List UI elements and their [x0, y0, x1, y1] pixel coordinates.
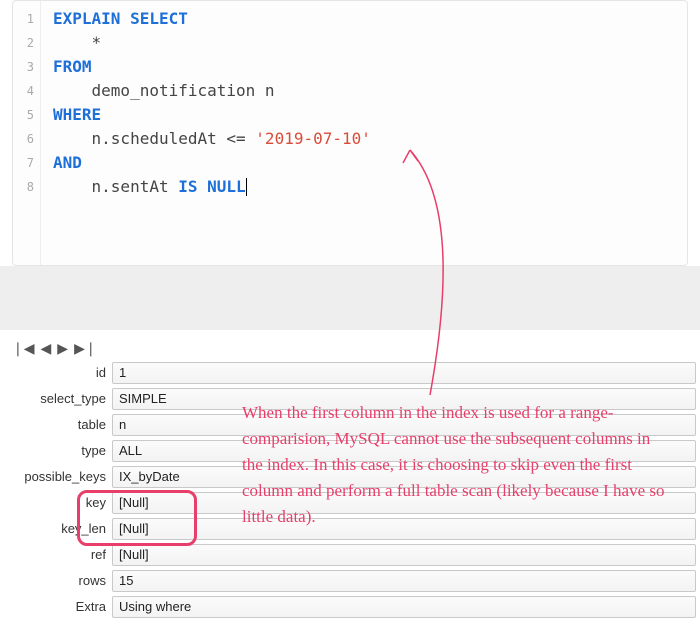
pane-divider[interactable] [0, 266, 700, 330]
annotation-text: When the first column in the index is us… [242, 400, 672, 530]
result-row: Extra Using where [0, 594, 700, 620]
field-label: key [0, 490, 112, 516]
field-label: type [0, 438, 112, 464]
field-value[interactable]: Using where [112, 596, 696, 618]
field-label: select_type [0, 386, 112, 412]
line-gutter: 1 2 3 4 5 6 7 8 [13, 1, 41, 265]
field-value[interactable]: [Null] [112, 544, 696, 566]
nav-last-icon[interactable]: ▶❘ [74, 340, 97, 357]
field-label: rows [0, 568, 112, 594]
field-value[interactable]: 15 [112, 570, 696, 592]
field-value[interactable]: 1 [112, 362, 696, 384]
sql-code[interactable]: EXPLAIN SELECT * FROM demo_notification … [41, 1, 375, 265]
nav-prev-icon[interactable]: ◀ [41, 340, 52, 357]
result-row: rows 15 [0, 568, 700, 594]
record-nav: ❘◀ ◀ ▶ ▶❘ [12, 340, 97, 357]
result-row: ref [Null] [0, 542, 700, 568]
field-label: Extra [0, 594, 112, 620]
result-row: id 1 [0, 360, 700, 386]
field-label: key_len [0, 516, 112, 542]
nav-next-icon[interactable]: ▶ [57, 340, 68, 357]
field-label: table [0, 412, 112, 438]
field-label: ref [0, 542, 112, 568]
sql-editor[interactable]: 1 2 3 4 5 6 7 8 EXPLAIN SELECT * FROM de… [12, 0, 688, 266]
nav-first-icon[interactable]: ❘◀ [12, 340, 35, 357]
field-label: id [0, 360, 112, 386]
field-label: possible_keys [0, 464, 112, 490]
